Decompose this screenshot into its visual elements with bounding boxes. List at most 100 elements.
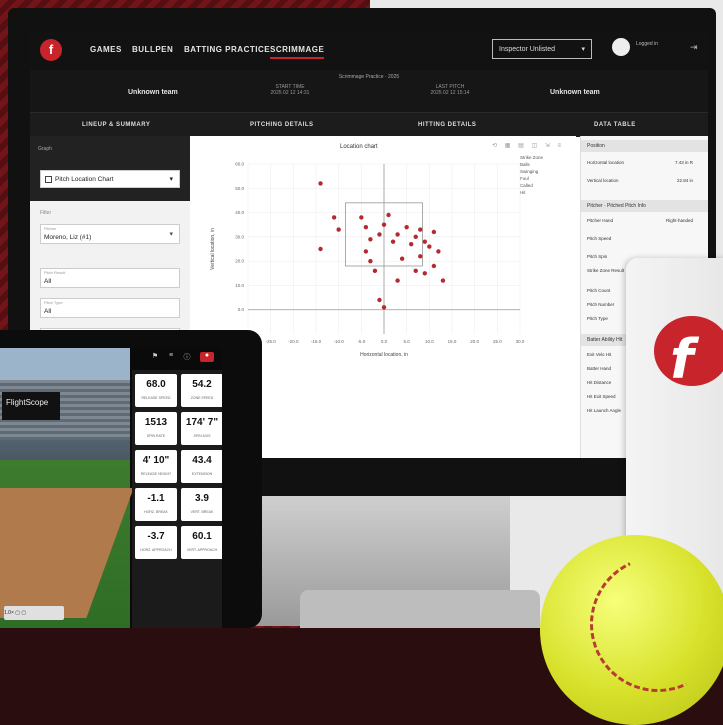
record-icon[interactable]: ● [200,352,214,362]
pitcher-select-label: Pitcher [44,226,57,231]
x-tick-label: 15.0 [448,339,457,344]
metric-card: -1.1 HORZ. BREAK [135,488,177,521]
x-tick-label: -25.0 [266,339,277,344]
metric-value: 54.2 [192,379,212,390]
x-tick-label: -10.0 [334,339,345,344]
pitch-point [372,268,378,274]
filter-label: Filter [40,210,52,216]
x-tick-label: -15.0 [311,339,322,344]
tab-data-table[interactable]: DATA TABLE [594,122,636,128]
pitch-point [427,244,432,249]
list-icon[interactable]: ≡ [166,352,176,362]
x-tick-label: -20.0 [288,339,299,344]
stadium-view: FlightScope 1.0× ▢ ▢ [0,348,134,628]
metric-card: 1513 SPIN RATE [135,412,177,445]
chart-toolbar[interactable]: ⟲ ▦ ▤ ◫ ⇲ ≡ [492,142,564,149]
metric-value: 68.0 [146,379,166,390]
pitch-point [363,249,369,254]
y-tick-label: 10.0 [235,283,244,288]
graph-select[interactable]: Pitch Location Chart ▾ [40,170,180,188]
metric-value: 3.9 [195,493,209,504]
nav-bullpen[interactable]: BULLPEN [132,45,173,54]
tab-lineup-summary[interactable]: LINEUP & SUMMARY [82,122,150,128]
x-axis-label: Horizontal location, in [360,352,408,358]
pitch-point [395,278,400,283]
metric-value: 4' 10" [142,455,170,466]
app-logo[interactable]: f [40,39,62,61]
graph-label: Graph [38,146,52,152]
nav-scrimmage[interactable]: SCRIMMAGE [270,45,325,59]
x-tick-label: 20.0 [470,339,479,344]
metric-label: RELEASE SPEED [141,396,171,400]
metric-card: -3.7 HORZ. APPROACH [135,526,177,559]
pitch-point [386,212,391,218]
metric-label: SPIN AXIS [193,434,211,438]
chart-title: Location chart [340,144,378,150]
metric-label: HORZ. BREAK [144,510,168,514]
pitch-point [399,256,405,261]
pitch-point [404,224,409,230]
metric-card: 54.2 ZONE SPEED [181,374,222,407]
row-label: Vertical location [587,178,619,183]
vertical-location-row: Vertical location 22.84 in [587,178,703,183]
playback-controls[interactable]: 1.0× ▢ ▢ [4,606,64,620]
y-tick-label: 60.0 [235,162,244,167]
metric-label: RELEASE HEIGHT [140,472,172,476]
pitch-result-value: All [44,278,52,285]
session-subtitle: Scrimmage Practice · 2025 [338,74,400,80]
horizontal-location-row: Horizontal location 7.43 in R [587,160,703,165]
chevron-down-icon: ▾ [169,176,173,183]
tablet-screen: FlightScope 1.0× ▢ ▢ ⚑ ≡ ⓘ ● 68.0 RELEASE… [0,348,222,628]
pitcher-hand-row: Pitcher Hand Right-handed [587,218,703,223]
metric-card: 4' 10" RELEASE HEIGHT [135,450,177,483]
pitch-point [359,215,364,220]
top-nav: f GAMES BULLPEN BATTING PRACTICE SCRIMMA… [30,30,708,70]
tab-pitching-details[interactable]: PITCHING DETAILS [250,122,314,128]
session-select[interactable]: Inspector Unlisted ▾ [492,39,592,59]
avatar[interactable] [612,38,630,56]
pitch-point [363,224,369,230]
pitch-point [422,239,427,244]
pitch-type-value: All [44,308,52,315]
flag-icon[interactable]: ⚑ [150,352,160,362]
pitch-point [318,181,323,186]
metric-value: 174' 7" [185,417,219,428]
pitch-point [431,229,437,235]
nav-games[interactable]: GAMES [90,45,122,54]
pitch-point [381,222,387,227]
pitch-result-label: Pitch Result [44,270,66,275]
last-meta: LAST PITCH 2025 02 12 15:14 [410,84,490,96]
tablet: FlightScope 1.0× ▢ ▢ ⚑ ≡ ⓘ ● 68.0 RELEASE… [0,330,262,628]
pitch-speed-row: Pitch Speed [587,236,612,241]
pitch-point [331,215,337,220]
pitch-result-select[interactable]: Pitch Result All [40,268,180,288]
info-icon[interactable]: ⓘ [182,352,192,362]
y-tick-label: 30.0 [235,234,244,239]
logout-icon[interactable]: ⇥ [690,42,698,53]
y-tick-label: 40.0 [235,210,244,215]
pitch-type-select[interactable]: Pitch Type All [40,298,180,318]
row-value: 7.43 in R [674,160,693,165]
metric-label: HORZ. APPROACH [140,548,172,552]
pitch-point [413,234,418,240]
nav-batting-practice[interactable]: BATTING PRACTICE [184,45,270,54]
pitcher-select[interactable]: Pitcher Moreno, Liz (#1) ▾ [40,224,180,244]
metric-value: 1513 [144,417,168,428]
pitch-point [422,271,427,276]
x-tick-label: 30.0 [516,339,525,344]
metric-card: 68.0 RELEASE SPEED [135,374,177,407]
metric-label: ZONE SPEED [190,396,214,400]
pitch-point [368,258,373,264]
monitor-base [300,590,540,628]
pitcher-select-value: Moreno, Liz (#1) [44,234,92,241]
pitch-point [395,232,400,237]
pitch-point [418,254,423,259]
session-header: Scrimmage Practice · 2025 Unknown team S… [30,70,708,112]
metric-value: -1.1 [147,493,165,504]
metric-card: 174' 7" SPIN AXIS [181,412,222,445]
graph-select-value: Pitch Location Chart [55,176,114,183]
tab-hitting-details[interactable]: HITTING DETAILS [418,122,476,128]
pitch-point [377,232,382,237]
user-name[interactable]: Logged in [636,41,658,47]
session-select-value: Inspector Unlisted [499,46,556,53]
